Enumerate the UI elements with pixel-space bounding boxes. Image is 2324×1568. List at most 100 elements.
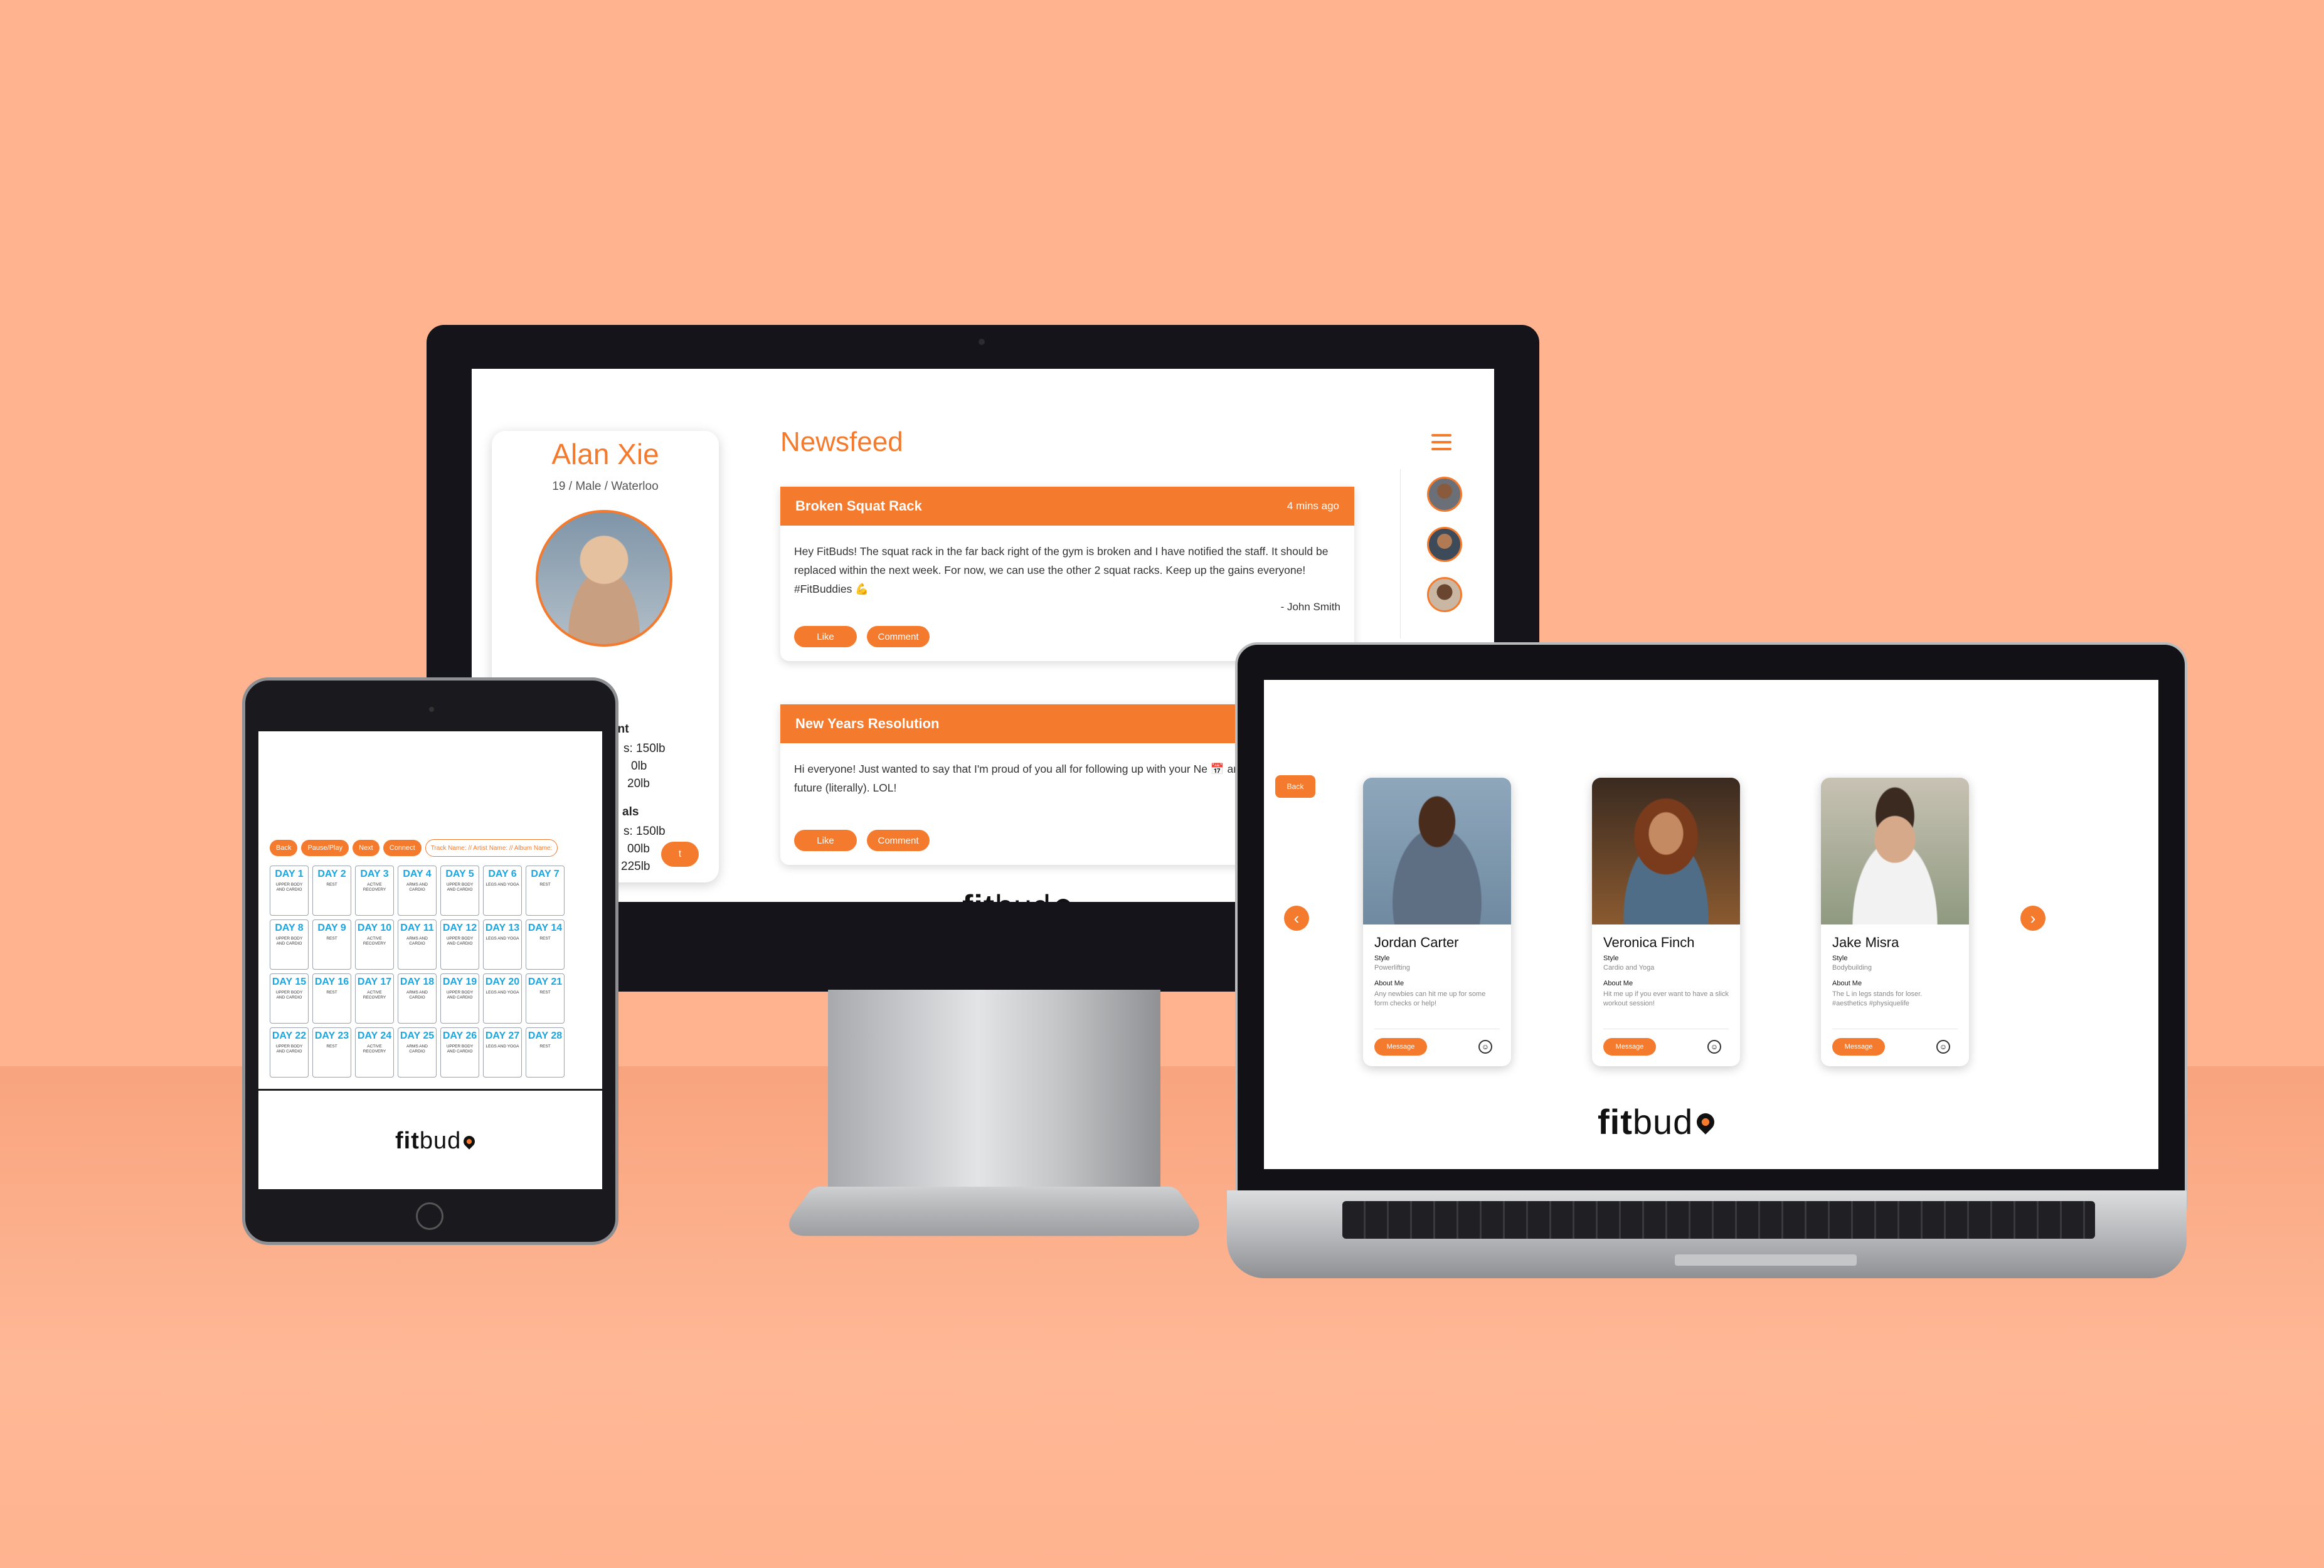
logo-prefix: fit (962, 888, 995, 902)
day-workout: REST (326, 1044, 337, 1049)
comment-button[interactable]: Comment (867, 830, 930, 851)
pause-play-button[interactable]: Pause/Play (301, 840, 349, 856)
smiley-icon[interactable]: ☺ (1478, 1040, 1492, 1054)
day-card[interactable]: DAY 22 UPPER BODY AND CARDIO (270, 1027, 309, 1078)
friend-avatar[interactable] (1427, 527, 1462, 562)
day-number: DAY 21 (528, 977, 563, 987)
friend-avatar[interactable] (1427, 477, 1462, 512)
day-card[interactable]: DAY 24 ACTIVE RECOVERY (355, 1027, 394, 1078)
day-card[interactable]: DAY 20 LEGS AND YOGA (483, 973, 522, 1024)
day-card[interactable]: DAY 19 UPPER BODY AND CARDIO (440, 973, 479, 1024)
about-value: The L in legs stands for loser. #aesthet… (1832, 990, 1923, 1007)
location-pin-icon (461, 1133, 478, 1150)
style-label: Style (1603, 955, 1619, 962)
day-number: DAY 10 (357, 923, 392, 933)
day-card[interactable]: DAY 14 REST (526, 919, 565, 970)
day-card[interactable]: DAY 25 ARMS AND CARDIO (398, 1027, 437, 1078)
day-card[interactable]: DAY 2 REST (312, 866, 351, 916)
day-card[interactable]: DAY 26 UPPER BODY AND CARDIO (440, 1027, 479, 1078)
day-card[interactable]: DAY 13 LEGS AND YOGA (483, 919, 522, 970)
like-button[interactable]: Like (794, 626, 857, 647)
post-time: 4 mins ago (1287, 500, 1339, 512)
day-number: DAY 28 (528, 1030, 563, 1041)
day-card[interactable]: DAY 11 ARMS AND CARDIO (398, 919, 437, 970)
comment-button[interactable]: Comment (867, 626, 930, 647)
online-friends-list (1400, 469, 1488, 638)
day-workout: ARMS AND CARDIO (406, 936, 428, 946)
profile-edit-button[interactable]: t (661, 842, 699, 867)
day-card[interactable]: DAY 17 ACTIVE RECOVERY (355, 973, 394, 1024)
day-number: DAY 24 (357, 1030, 392, 1041)
message-button[interactable]: Message (1374, 1038, 1427, 1056)
day-card[interactable]: DAY 8 UPPER BODY AND CARDIO (270, 919, 309, 970)
day-number: DAY 18 (400, 977, 435, 987)
message-button[interactable]: Message (1603, 1038, 1656, 1056)
day-card[interactable]: DAY 27 LEGS AND YOGA (483, 1027, 522, 1078)
day-workout: REST (326, 936, 337, 941)
back-button[interactable]: Back (270, 840, 298, 856)
day-workout: UPPER BODY AND CARDIO (275, 1044, 303, 1054)
day-card[interactable]: DAY 15 UPPER BODY AND CARDIO (270, 973, 309, 1024)
smiley-icon[interactable]: ☺ (1936, 1040, 1950, 1054)
day-number: DAY 22 (272, 1030, 307, 1041)
connect-button[interactable]: Connect (383, 840, 422, 856)
day-workout: REST (326, 990, 337, 995)
goals-label: als (622, 805, 639, 818)
style-value: Cardio and Yoga (1603, 964, 1655, 972)
smiley-icon[interactable]: ☺ (1707, 1040, 1721, 1054)
laptop-screen: Back ‹ › Jordan Carter Style Powerliftin… (1264, 680, 2158, 1169)
logo-suffix: bud (1632, 1102, 1694, 1142)
current-stat: 20lb (627, 777, 650, 790)
post-title: Broken Squat Rack (795, 498, 922, 514)
day-card[interactable]: DAY 12 UPPER BODY AND CARDIO (440, 919, 479, 970)
day-number: DAY 26 (442, 1030, 477, 1041)
day-number: DAY 8 (275, 923, 304, 933)
day-workout: UPPER BODY AND CARDIO (446, 882, 474, 892)
day-workout: UPPER BODY AND CARDIO (446, 1044, 474, 1054)
day-number: DAY 14 (528, 923, 563, 933)
day-card[interactable]: DAY 28 REST (526, 1027, 565, 1078)
day-workout: UPPER BODY AND CARDIO (275, 882, 303, 892)
location-pin-icon (1693, 1109, 1719, 1135)
profile-meta: 19 / Male / Waterloo (552, 480, 659, 493)
divider (258, 1089, 602, 1091)
buddy-name: Jake Misra (1832, 935, 1899, 950)
day-card[interactable]: DAY 3 ACTIVE RECOVERY (355, 866, 394, 916)
day-number: DAY 7 (531, 869, 560, 879)
day-card[interactable]: DAY 7 REST (526, 866, 565, 916)
goal-stat: 225lb (621, 860, 650, 873)
message-button[interactable]: Message (1832, 1038, 1885, 1056)
day-workout: REST (539, 1044, 551, 1049)
day-card[interactable]: DAY 23 REST (312, 1027, 351, 1078)
style-value: Bodybuilding (1832, 964, 1872, 972)
fitbud-logo: fitbud (962, 888, 1075, 902)
day-card[interactable]: DAY 21 REST (526, 973, 565, 1024)
day-card[interactable]: DAY 16 REST (312, 973, 351, 1024)
day-number: DAY 25 (400, 1030, 435, 1041)
goal-stat: 00lb (627, 842, 650, 856)
day-card[interactable]: DAY 1 UPPER BODY AND CARDIO (270, 866, 309, 916)
hamburger-icon[interactable] (1431, 434, 1451, 450)
tablet-device: Back Pause/Play Next Connect Track Name:… (242, 677, 618, 1245)
chevron-right-icon[interactable]: › (2020, 906, 2045, 931)
day-card[interactable]: DAY 6 LEGS AND YOGA (483, 866, 522, 916)
day-card[interactable]: DAY 5 UPPER BODY AND CARDIO (440, 866, 479, 916)
day-card[interactable]: DAY 4 ARMS AND CARDIO (398, 866, 437, 916)
day-number: DAY 17 (357, 977, 392, 987)
monitor-foot (777, 1186, 1212, 1236)
day-workout: ACTIVE RECOVERY (363, 936, 386, 946)
day-workout: REST (539, 882, 551, 887)
day-card[interactable]: DAY 10 ACTIVE RECOVERY (355, 919, 394, 970)
day-workout: UPPER BODY AND CARDIO (275, 990, 303, 1000)
friend-avatar[interactable] (1427, 577, 1462, 612)
like-button[interactable]: Like (794, 830, 857, 851)
day-number: DAY 5 (445, 869, 474, 879)
day-number: DAY 2 (317, 869, 346, 879)
back-button[interactable]: Back (1275, 775, 1315, 798)
monitor-stand (828, 990, 1160, 1190)
next-button[interactable]: Next (353, 840, 379, 856)
day-card[interactable]: DAY 18 ARMS AND CARDIO (398, 973, 437, 1024)
home-button[interactable] (416, 1202, 443, 1230)
day-card[interactable]: DAY 9 REST (312, 919, 351, 970)
chevron-left-icon[interactable]: ‹ (1284, 906, 1309, 931)
